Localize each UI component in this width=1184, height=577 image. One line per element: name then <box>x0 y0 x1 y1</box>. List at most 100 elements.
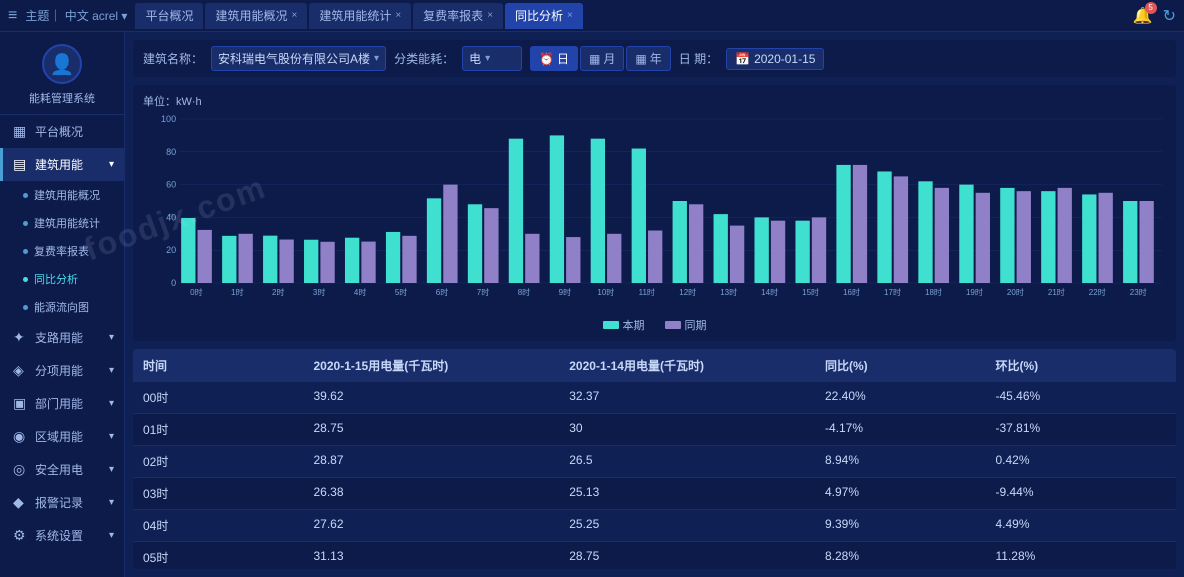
svg-text:10时: 10时 <box>597 287 614 297</box>
table-cell-2-3: 8.94% <box>825 453 996 470</box>
top-bar-left: ≡ 主题｜ 中文 acrel ▾ 平台概况建筑用能概况 ×建筑用能统计 ×复费率… <box>8 3 1129 29</box>
nav-icon-4: ▣ <box>13 395 29 412</box>
nav-label-8: 系统设置 <box>35 527 83 544</box>
nav-label-7: 报警记录 <box>35 494 83 511</box>
nav-sub-item-1-4[interactable]: 能源流向图 <box>0 293 124 321</box>
header-cell-3: 同比(%) <box>825 357 996 374</box>
legend-current-color <box>603 321 619 329</box>
tab-close-icon[interactable]: × <box>395 10 401 21</box>
notification-badge: 5 <box>1145 2 1157 14</box>
tab-close-icon[interactable]: × <box>567 10 573 21</box>
time-icon-1: ▦ <box>589 52 600 66</box>
table-cell-0-0: 00时 <box>143 389 314 406</box>
theme-label: 主题｜ 中文 acrel ▾ <box>25 7 127 24</box>
svg-text:15时: 15时 <box>802 287 819 297</box>
notification-icon[interactable]: 🔔 5 <box>1133 6 1153 26</box>
tab-同比分析[interactable]: 同比分析 × <box>505 3 583 29</box>
nav-item-8[interactable]: ⚙ 系统设置 ▾ <box>0 519 124 552</box>
nav-arrow-6: ▾ <box>109 464 114 475</box>
table-cell-1-1: 28.75 <box>314 421 570 438</box>
sub-dot-1-1 <box>23 221 28 226</box>
sub-label-1-4: 能源流向图 <box>34 299 89 315</box>
time-btn-月[interactable]: ▦ 月 <box>580 46 624 71</box>
table-header: 时间2020-1-15用电量(千瓦时)2020-1-14用电量(千瓦时)同比(%… <box>133 349 1176 382</box>
nav-icon-0: ▦ <box>13 123 29 140</box>
tab-close-icon[interactable]: × <box>291 10 297 21</box>
bar-chart: 0204060801000时1时2时3时4时5时6时7时8时9时10时11时12… <box>143 113 1166 313</box>
table-cell-3-1: 26.38 <box>314 485 570 502</box>
nav-arrow-5: ▾ <box>109 431 114 442</box>
nav-item-3[interactable]: ◈ 分项用能 ▾ <box>0 354 124 387</box>
chart-legend: 本期 同期 <box>143 317 1166 333</box>
sub-dot-1-0 <box>23 193 28 198</box>
table-cell-2-4: 0.42% <box>996 453 1167 470</box>
tab-建筑用能统计[interactable]: 建筑用能统计 × <box>309 3 411 29</box>
table-cell-4-3: 9.39% <box>825 517 996 534</box>
nav-sub-item-1-2[interactable]: 复费率报表 <box>0 237 124 265</box>
nav-icon-3: ◈ <box>13 362 29 379</box>
date-label: 日 期： <box>679 50 718 67</box>
sidebar: 👤 能耗管理系统 ▦ 平台概况 ▤ 建筑用能 ▾ 建筑用能概况 建筑用能统计 复… <box>0 32 125 577</box>
sub-dot-1-2 <box>23 249 28 254</box>
table-row: 02时28.8726.58.94%0.42% <box>133 446 1176 478</box>
nav-item-1[interactable]: ▤ 建筑用能 ▾ <box>0 148 124 181</box>
building-label: 建筑名称： <box>143 50 203 67</box>
chart-container: 单位：kW·h 0204060801000时1时2时3时4时5时6时7时8时9时… <box>133 85 1176 341</box>
tab-建筑用能概况[interactable]: 建筑用能概况 × <box>205 3 307 29</box>
filter-bar: 建筑名称： 安科瑞电气股份有限公司A楼 ▾ 分类能耗： 电 ▾ ⏰ 日▦ 月▦ … <box>133 40 1176 77</box>
nav-arrow-1: ▾ <box>109 159 114 170</box>
hamburger-icon[interactable]: ≡ <box>8 7 17 25</box>
top-bar: ≡ 主题｜ 中文 acrel ▾ 平台概况建筑用能概况 ×建筑用能统计 ×复费率… <box>0 0 1184 32</box>
nav-item-5[interactable]: ◉ 区域用能 ▾ <box>0 420 124 453</box>
nav-icon-7: ◆ <box>13 494 29 511</box>
refresh-icon[interactable]: ↻ <box>1163 6 1176 26</box>
nav-section: ▦ 平台概况 ▤ 建筑用能 ▾ 建筑用能概况 建筑用能统计 复费率报表 同比分析… <box>0 115 124 577</box>
nav-icon-1: ▤ <box>13 156 29 173</box>
svg-text:1时: 1时 <box>231 287 243 297</box>
category-label: 分类能耗： <box>394 50 454 67</box>
svg-text:20时: 20时 <box>1007 287 1024 297</box>
table-row: 00时39.6232.3722.40%-45.46% <box>133 382 1176 414</box>
tab-平台概况[interactable]: 平台概况 <box>135 3 203 29</box>
table-body: 00时39.6232.3722.40%-45.46%01时28.7530-4.1… <box>133 382 1176 569</box>
nav-item-2[interactable]: ✦ 支路用能 ▾ <box>0 321 124 354</box>
nav-icon-8: ⚙ <box>13 527 29 544</box>
nav-item-0[interactable]: ▦ 平台概况 <box>0 115 124 148</box>
nav-item-7[interactable]: ◆ 报警记录 ▾ <box>0 486 124 519</box>
table-cell-3-3: 4.97% <box>825 485 996 502</box>
date-picker[interactable]: 📅 2020-01-15 <box>726 48 824 70</box>
nav-icon-2: ✦ <box>13 329 29 346</box>
nav-item-4[interactable]: ▣ 部门用能 ▾ <box>0 387 124 420</box>
building-select[interactable]: 安科瑞电气股份有限公司A楼 ▾ <box>211 46 386 71</box>
system-name: 能耗管理系统 <box>29 90 95 106</box>
table-row: 05时31.1328.758.28%11.28% <box>133 542 1176 569</box>
table-cell-5-0: 05时 <box>143 549 314 566</box>
table-cell-1-3: -4.17% <box>825 421 996 438</box>
svg-text:16时: 16时 <box>843 287 860 297</box>
nav-label-0: 平台概况 <box>35 123 83 140</box>
nav-item-6[interactable]: ◎ 安全用电 ▾ <box>0 453 124 486</box>
tab-close-icon[interactable]: × <box>487 10 493 21</box>
category-select[interactable]: 电 ▾ <box>462 46 522 71</box>
nav-sub-item-1-3[interactable]: 同比分析 <box>0 265 124 293</box>
nav-arrow-8: ▾ <box>109 530 114 541</box>
tab-复费率报表[interactable]: 复费率报表 × <box>413 3 503 29</box>
svg-text:22时: 22时 <box>1089 287 1106 297</box>
table-cell-0-1: 39.62 <box>314 389 570 406</box>
nav-sub-item-1-1[interactable]: 建筑用能统计 <box>0 209 124 237</box>
category-select-arrow: ▾ <box>485 53 490 64</box>
table-cell-0-3: 22.40% <box>825 389 996 406</box>
nav-sub-item-1-0[interactable]: 建筑用能概况 <box>0 181 124 209</box>
nav-icon-5: ◉ <box>13 428 29 445</box>
nav-arrow-2: ▾ <box>109 332 114 343</box>
svg-text:40: 40 <box>166 212 176 222</box>
user-section: 👤 能耗管理系统 <box>0 32 124 115</box>
time-btn-日[interactable]: ⏰ 日 <box>530 46 578 71</box>
time-btn-group: ⏰ 日▦ 月▦ 年 <box>530 46 671 71</box>
svg-text:17时: 17时 <box>884 287 901 297</box>
time-icon-2: ▦ <box>635 52 646 66</box>
time-btn-年[interactable]: ▦ 年 <box>626 46 670 71</box>
legend-previous: 同期 <box>665 317 707 333</box>
svg-text:11时: 11时 <box>639 287 655 297</box>
svg-text:23时: 23时 <box>1130 287 1147 297</box>
